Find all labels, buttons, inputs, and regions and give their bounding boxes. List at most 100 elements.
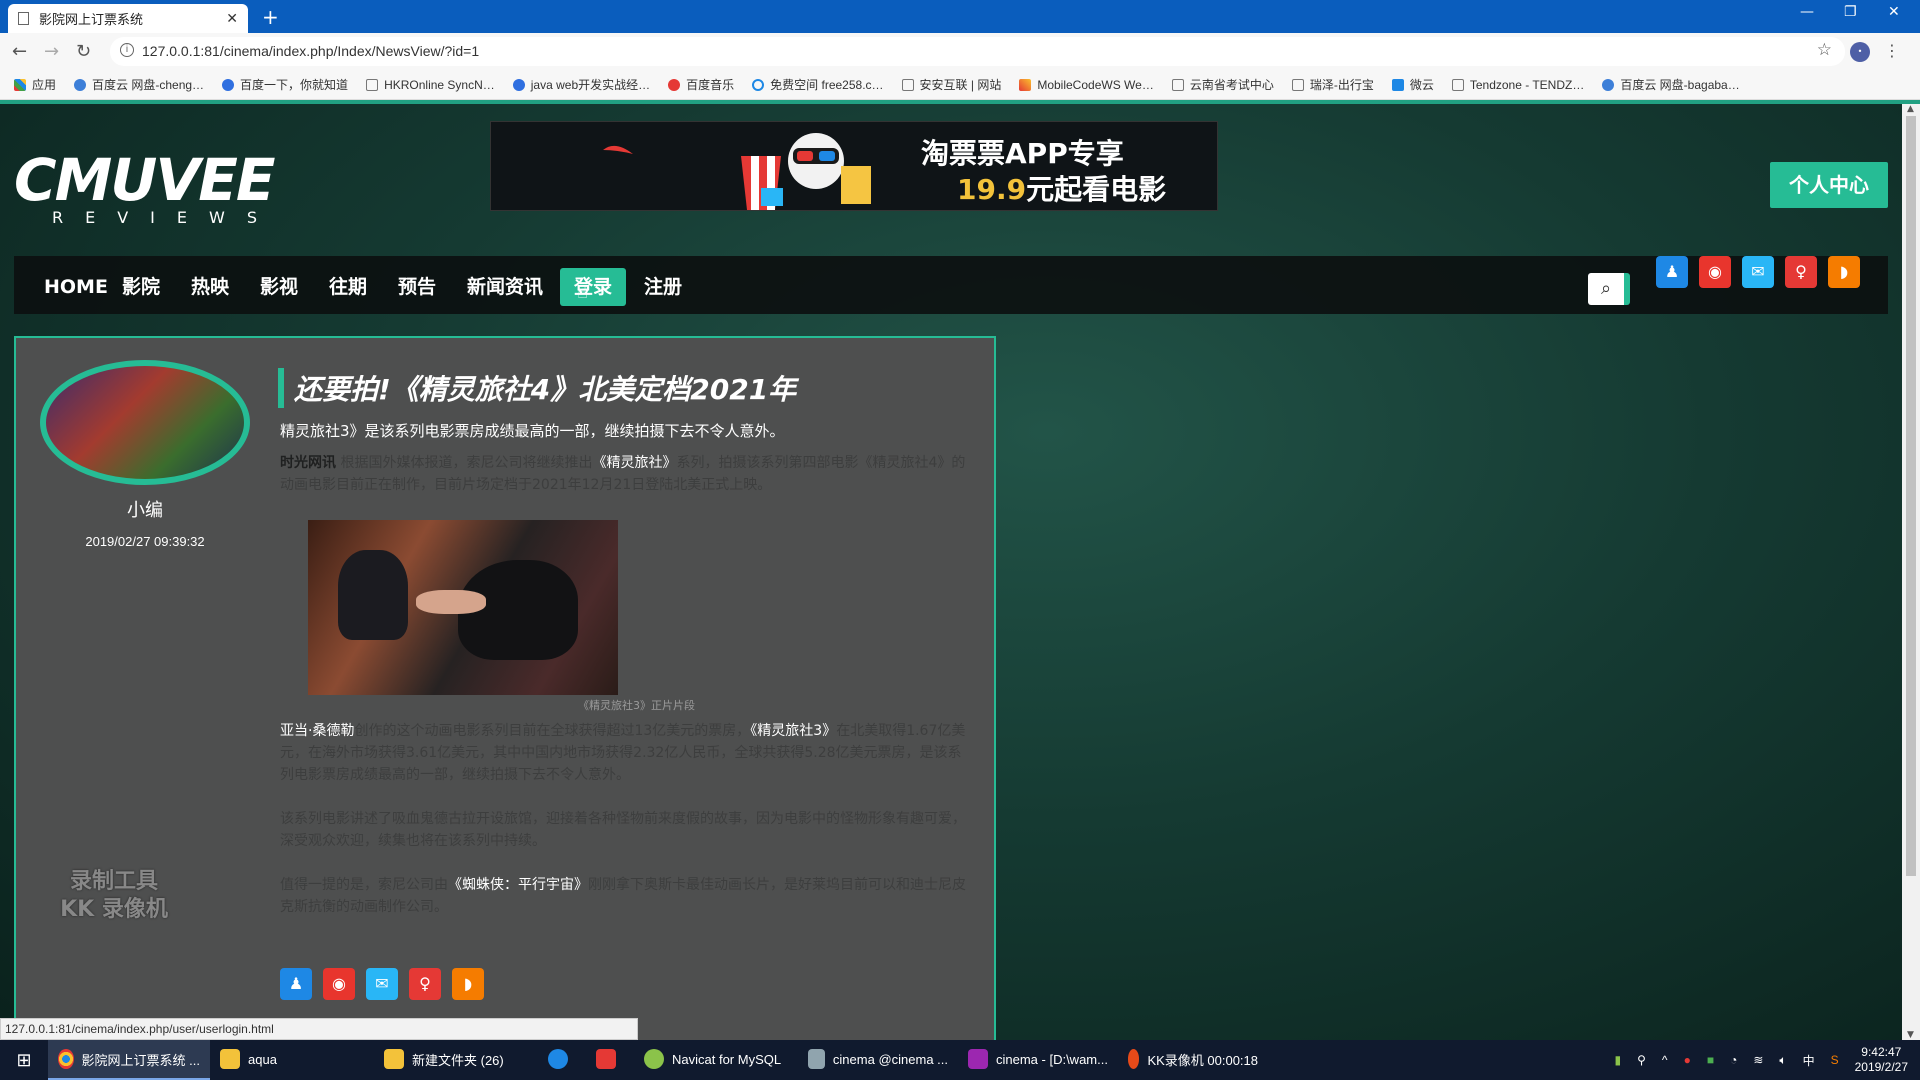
scroll-up-icon[interactable]: ▲ [1907,104,1914,114]
clock[interactable]: 9:42:47 2019/2/27 [1855,1045,1908,1075]
bookmark-item[interactable]: 百度云 网盘-cheng… [74,76,204,93]
close-window-icon[interactable]: ✕ [1888,4,1900,20]
taskbar-chrome[interactable]: 影院网上订票系统 ... [48,1040,210,1080]
restore-icon[interactable]: ❐ [1844,4,1857,20]
sogou-icon[interactable]: S [1831,1053,1839,1067]
paw-icon [512,78,525,91]
browser-tab-bar: 影院网上订票系统 ✕ + — ❐ ✕ [0,0,1920,33]
nav-login[interactable]: 登录 [560,268,627,306]
article-paragraph: 值得一提的是，索尼公司由《蜘蛛侠：平行宇宙》刚刚拿下奥斯卡最佳动画长片，是好莱坞… [280,877,966,915]
site-info-icon[interactable]: i [120,43,134,57]
search-icon[interactable]: ⌕ [1588,273,1630,305]
bookmark-item[interactable]: MobileCodeWS We… [1019,78,1154,92]
table-icon [808,1049,825,1069]
article-paragraph: 时光网讯 根据国外媒体报道，索尼公司将继续推出《精灵旅社》系列，拍摄该系列第四部… [280,455,966,493]
article-paragraph: 亚当·桑德勒创作的这个动画电影系列目前在全球获得超过13亿美元的票房，《精灵旅社… [280,723,966,783]
bookmark-star-icon[interactable]: ☆ [1817,40,1832,60]
main-nav: HOME 影院 热映 影视 往期 预告 新闻资讯 登录 注册 ⌕ ♟ ◉ ✉ ♀… [14,256,1888,314]
bookmark-item[interactable]: 安安互联 | 网站 [901,76,1001,93]
taskbar-navicat[interactable]: Navicat for MySQL [634,1040,798,1080]
bookmark-item[interactable]: 免费空间 free258.c… [752,76,884,93]
banner-tagline: 元起看电影 [1026,173,1167,206]
taskbar-kk-recorder[interactable]: KK录像机 00:00:18 [1118,1040,1268,1080]
profile-avatar[interactable]: • [1850,42,1870,62]
share-rss-icon[interactable]: ◗ [452,968,484,1000]
nav-past[interactable]: 往期 [315,268,381,306]
bookmark-item[interactable]: 瑞泽-出行宝 [1291,76,1374,93]
weiyun-icon [1391,78,1404,91]
bookmark-item[interactable]: 百度音乐 [668,76,734,93]
ime-indicator[interactable]: 中 [1803,1052,1815,1069]
windows-start-icon[interactable]: ⊞ [0,1040,48,1080]
antivirus-icon[interactable]: ● [1684,1053,1691,1067]
user-center-button[interactable]: 个人中心 [1770,162,1888,208]
bookmark-item[interactable]: java web开发实战经… [512,76,650,93]
share-qzone-icon[interactable]: ♀ [409,968,441,1000]
page-scrollbar[interactable]: ▲ ▼ [1902,104,1920,1040]
bookmark-item[interactable]: 百度云 网盘-bagaba… [1602,76,1740,93]
page-icon [1451,78,1464,91]
wechat-icon[interactable]: ✉ [1742,256,1774,288]
ad-banner[interactable]: 淘票票APP专享 19.9元起看电影 [490,121,1218,211]
article-summary: 精灵旅社3》是该系列电影票房成绩最高的一部，继续拍摄下去不令人意外。 [280,422,785,440]
qzone-icon[interactable]: ♀ [1785,256,1817,288]
cloud-icon [1602,78,1615,91]
forward-icon[interactable]: → [44,41,59,62]
bookmark-item[interactable]: 百度一下，你就知道 [222,76,348,93]
network-icon[interactable]: ◔ [1730,1053,1737,1067]
show-hidden-icons[interactable]: ^ [1662,1053,1668,1067]
link-status-bar: 127.0.0.1:81/cinema/index.php/user/userl… [0,1018,638,1040]
page-icon [1291,78,1304,91]
nav-news[interactable]: 新闻资讯 [453,268,557,306]
recorder-watermark: 录制工具 KK 录像机 [60,869,168,922]
mouse-cursor-icon: ☝ [577,282,588,303]
taskbar-security[interactable] [586,1040,634,1080]
nav-register[interactable]: 注册 [630,268,696,306]
author-avatar [40,360,250,485]
bookmark-item[interactable]: 微云 [1391,76,1434,93]
scroll-down-icon[interactable]: ▼ [1907,1030,1914,1040]
navicat-icon [644,1049,664,1069]
bookmark-item[interactable]: Tendzone - TENDZ… [1451,78,1584,92]
share-weibo-icon[interactable]: ◉ [323,968,355,1000]
character-figure [338,550,408,640]
battery-icon[interactable]: ▮ [1615,1053,1622,1067]
back-icon[interactable]: ← [12,41,27,62]
popcorn-mascot-icon [741,133,871,210]
nav-trailers[interactable]: 预告 [384,268,450,306]
close-tab-icon[interactable]: ✕ [226,10,238,27]
new-tab-button[interactable]: + [262,5,279,29]
pepper-icon [603,145,633,154]
bookmark-item[interactable]: 云南省考试中心 [1171,76,1274,93]
menu-icon[interactable]: ⋮ [1884,41,1900,60]
qq-icon[interactable]: ♟ [1656,256,1688,288]
minimize-icon[interactable]: — [1800,4,1814,20]
reload-icon[interactable]: ↻ [76,41,91,62]
taskbar-phpstorm[interactable]: cinema - [D:\wam... [958,1040,1118,1080]
bookmark-item[interactable]: HKROnline SyncN… [366,78,495,92]
volume-icon[interactable]: 🔈︎ [1779,1053,1786,1068]
nav-now-showing[interactable]: 热映 [177,268,243,306]
scrollbar-thumb[interactable] [1906,116,1916,876]
rss-icon[interactable]: ◗ [1828,256,1860,288]
people-icon[interactable]: ⚲ [1637,1053,1646,1067]
wifi-icon[interactable]: ≋ [1753,1053,1763,1067]
green-app-icon[interactable]: ■ [1707,1053,1714,1067]
phpstorm-icon [968,1049,988,1069]
taskbar-folder-new[interactable]: 新建文件夹 (26) [374,1040,538,1080]
shield-icon [596,1049,616,1069]
webservice-icon [1019,78,1032,91]
paw-icon [222,78,235,91]
share-qq-icon[interactable]: ♟ [280,968,312,1000]
browser-tab[interactable]: 影院网上订票系统 ✕ [8,4,248,33]
nav-cinema[interactable]: 影院 [108,268,174,306]
weibo-icon[interactable]: ◉ [1699,256,1731,288]
taskbar-cinema-db[interactable]: cinema @cinema ... [798,1040,958,1080]
share-wechat-icon[interactable]: ✉ [366,968,398,1000]
taskbar-folder-aqua[interactable]: aqua [210,1040,374,1080]
nav-movies[interactable]: 影视 [246,268,312,306]
site-logo[interactable]: CMUVEE REVIEWS [14,151,276,232]
bookmark-item[interactable]: 应用 [14,76,56,93]
taskbar-app[interactable] [538,1040,586,1080]
url-input[interactable]: i 127.0.0.1:81/cinema/index.php/Index/Ne… [110,37,1845,66]
